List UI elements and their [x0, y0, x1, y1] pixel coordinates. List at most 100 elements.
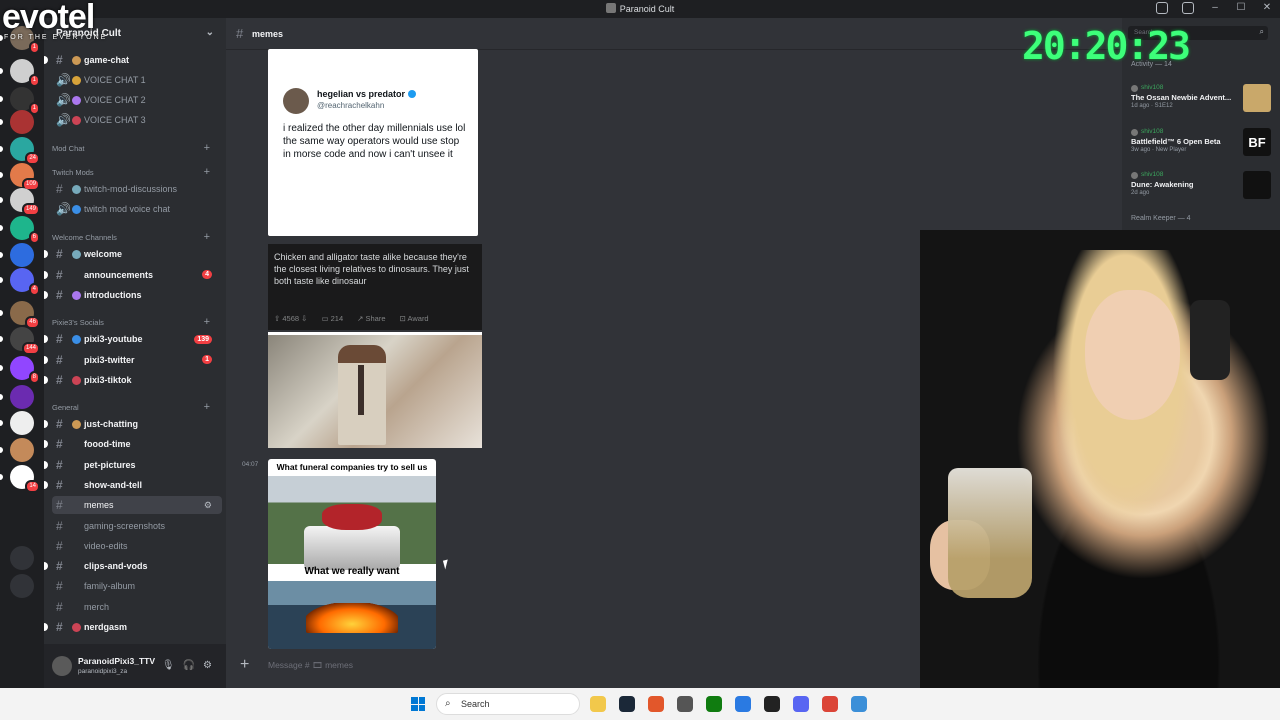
app-icon[interactable] [648, 696, 664, 712]
channel-announcements[interactable]: # announcements 4 [44, 266, 222, 284]
channel-gaming-screenshots[interactable]: # gaming-screenshots [52, 517, 222, 535]
server-icon-2[interactable]: 1 [10, 59, 40, 87]
server-icon-11[interactable]: 46 [10, 301, 40, 329]
meme-image-funeral[interactable]: What funeral companies try to sell us Wh… [268, 459, 436, 649]
category-header[interactable]: Pixie3's Socials + [52, 316, 222, 328]
channel-name: show-and-tell [84, 479, 142, 490]
obs-icon[interactable] [677, 696, 693, 712]
channel-video-edits[interactable]: # video-edits [52, 537, 222, 555]
channel-pixi3-tiktok[interactable]: # pixi3-tiktok [44, 371, 222, 389]
taskbar-search[interactable]: ⌕ Search [436, 693, 580, 715]
server-icon-3[interactable]: 1 [10, 87, 40, 115]
channel-twitch-mod-discussions[interactable]: # twitch-mod-discussions [52, 180, 222, 198]
server-icon-9[interactable] [10, 243, 34, 267]
activity-item[interactable]: shiv108 Dune: Awakening 2d ago [1131, 171, 1271, 199]
add-channel-icon[interactable]: + [204, 142, 210, 154]
meme-caption-top: What funeral companies try to sell us [276, 462, 428, 472]
add-channel-icon[interactable]: + [204, 401, 210, 413]
channel-voice-chat-3[interactable]: 🔊 VOICE CHAT 3 [52, 111, 222, 129]
windows-start-icon[interactable] [411, 697, 425, 711]
channel-voice-chat-1[interactable]: 🔊 VOICE CHAT 1 [52, 71, 222, 89]
channel-merch[interactable]: # merch [52, 598, 222, 616]
server-icon-8[interactable]: 6 [10, 216, 40, 244]
server-icon-14[interactable] [10, 385, 34, 409]
chevron-down-icon: ⌄ [205, 27, 214, 38]
category-header[interactable]: Welcome Channels + [52, 231, 222, 243]
server-icon-15[interactable] [10, 411, 34, 435]
gear-icon[interactable]: ⚙ [204, 500, 212, 511]
add-attachment-icon[interactable]: + [240, 656, 249, 674]
unread-indicator [44, 335, 48, 343]
gear-icon[interactable]: ⚙ [203, 660, 212, 671]
meme-caption-bottom: What we really want [304, 566, 400, 577]
channel-voice-chat-2[interactable]: 🔊 VOICE CHAT 2 [52, 91, 222, 109]
channel-clips-and-vods[interactable]: # clips-and-vods [44, 557, 222, 575]
file-explorer-icon[interactable] [590, 696, 606, 712]
server-icon-5[interactable]: 24 [10, 137, 40, 165]
meme-image-conspiracy[interactable] [268, 332, 482, 448]
server-icon-4[interactable] [10, 110, 34, 134]
tweet-embed[interactable]: hegelian vs predator @reachrachelkahn i … [268, 49, 478, 236]
award-button[interactable]: ⊡ Award [400, 314, 429, 323]
close-button[interactable]: ✕ [1260, 2, 1274, 13]
hash-icon: # [56, 579, 63, 594]
minimize-button[interactable]: – [1208, 2, 1222, 13]
server-icon-17[interactable]: 14 [10, 465, 40, 493]
app-icon[interactable] [735, 696, 751, 712]
reddit-embed[interactable]: Chicken and alligator taste alike becaus… [268, 244, 482, 330]
inbox-icon[interactable] [1156, 2, 1168, 14]
channel-emoji-icon [72, 582, 81, 591]
channel-welcome[interactable]: # welcome [44, 245, 222, 263]
headphones-icon[interactable]: 🎧 [183, 660, 195, 671]
activity-item[interactable]: shiv108 Battlefield™ 6 Open Beta 3w ago · … [1131, 128, 1271, 156]
explore-icon[interactable] [10, 574, 34, 598]
channel-name: pixi3-twitter [84, 354, 135, 365]
channel-pixi3-youtube[interactable]: # pixi3-youtube 139 [44, 330, 222, 348]
mention-badge: 4 [28, 283, 40, 296]
channel-just-chatting[interactable]: # just-chatting [44, 415, 222, 433]
notepad-icon[interactable] [851, 696, 867, 712]
help-icon[interactable] [1182, 2, 1194, 14]
avatar[interactable] [52, 656, 72, 676]
maximize-button[interactable]: ☐ [1234, 2, 1248, 13]
channel-name: twitch mod voice chat [84, 204, 171, 214]
add-channel-icon[interactable]: + [204, 316, 210, 328]
add-channel-icon[interactable]: + [204, 231, 210, 243]
comments-button[interactable]: ▭ 214 [321, 314, 343, 323]
upvote-button[interactable]: ⇧ 4568 ⇩ [274, 314, 307, 323]
channel-twitch-mod-voice-chat[interactable]: 🔊 twitch mod voice chat [52, 200, 222, 218]
unread-indicator [0, 420, 3, 426]
channel-nerdgasm[interactable]: # nerdgasm [44, 618, 222, 636]
message-input[interactable]: Message # 🎞 memes [268, 660, 353, 671]
channel-family-album[interactable]: # family-album [52, 577, 222, 595]
speaker-icon: 🔊 [56, 202, 71, 216]
category-header[interactable]: General + [52, 401, 222, 413]
discord-icon[interactable] [793, 696, 809, 712]
channel-pet-pictures[interactable]: # pet-pictures [44, 456, 222, 474]
channel-pixi3-twitter[interactable]: # pixi3-twitter 1 [44, 351, 222, 369]
server-icon-10[interactable]: 4 [10, 268, 40, 296]
server-icon-16[interactable] [10, 438, 34, 462]
terminal-icon[interactable] [764, 696, 780, 712]
activity-item[interactable]: shiv108 The Ossan Newbie Advent... 1d ago … [1131, 84, 1271, 112]
server-icon-6[interactable]: 109 [10, 163, 40, 191]
hash-icon: # [56, 288, 63, 302]
channel-game-chat[interactable]: # game-chat [44, 51, 222, 69]
steam-icon[interactable] [619, 696, 635, 712]
xbox-icon[interactable] [706, 696, 722, 712]
share-button[interactable]: ↗ Share [357, 314, 385, 323]
microphone-icon[interactable]: 🎙 [162, 660, 175, 671]
category-header[interactable]: Twitch Mods + [52, 166, 222, 178]
title-bar-tools [1156, 2, 1194, 14]
channel-memes[interactable]: # memes ⚙ [52, 496, 222, 515]
category-header[interactable]: Mod Chat + [52, 142, 222, 154]
add-channel-icon[interactable]: + [204, 166, 210, 178]
server-icon-12[interactable]: 144 [10, 327, 40, 355]
channel-introductions[interactable]: # introductions [44, 286, 222, 304]
server-icon-13[interactable]: 8 [10, 356, 40, 384]
add-server-icon[interactable] [10, 546, 34, 570]
chrome-icon[interactable] [822, 696, 838, 712]
server-icon-7[interactable]: 149 [10, 188, 40, 216]
channel-show-and-tell[interactable]: # show-and-tell [44, 476, 222, 494]
channel-foood-time[interactable]: # foood-time [44, 435, 222, 453]
